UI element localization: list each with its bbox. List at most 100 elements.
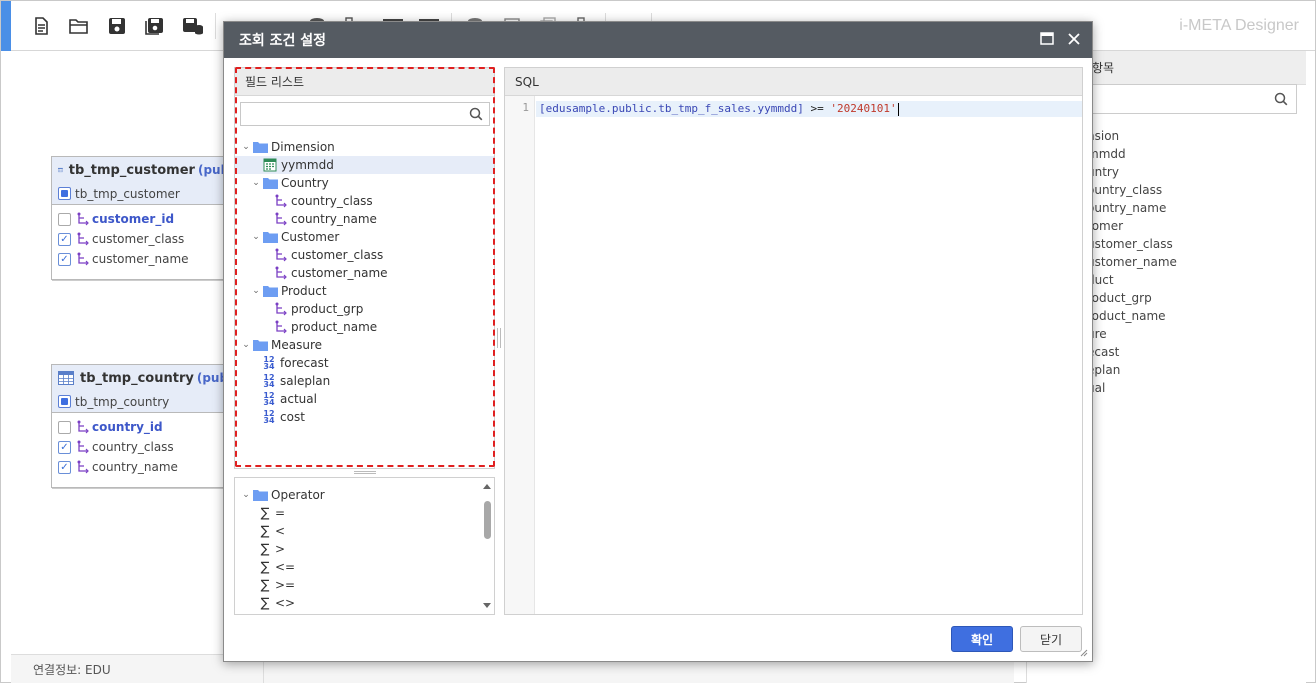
sigma-icon: ∑ <box>260 505 270 521</box>
hierarchy-icon <box>275 248 287 262</box>
table-header[interactable]: tb_tmp_customer (public) <box>52 157 250 183</box>
tree-node[interactable]: ⌄ Measure <box>235 336 494 354</box>
column-label: customer_id <box>92 212 175 226</box>
field-list-pane: 필드 리스트 ⌄ Dimension yymmdd ⌄ Country country_c… <box>234 67 495 469</box>
hierarchy-icon <box>275 212 287 226</box>
operator-item[interactable]: ∑ = <box>235 504 480 522</box>
maximize-icon[interactable] <box>1040 32 1054 46</box>
tree-node[interactable]: 12 34 saleplan <box>235 372 494 390</box>
select-all-checkbox[interactable] <box>58 187 71 200</box>
table-select-all[interactable]: tb_tmp_country <box>52 391 250 413</box>
tree-node[interactable]: yymmdd <box>235 156 494 174</box>
field-search[interactable] <box>240 102 490 126</box>
tree-node[interactable]: product_grp <box>235 300 494 318</box>
search-icon[interactable] <box>469 107 483 121</box>
tree-node[interactable]: ⌄ Product <box>235 282 494 300</box>
tree-node[interactable]: 12 34 cost <box>235 408 494 426</box>
table-header[interactable]: tb_tmp_country (public) <box>52 365 250 391</box>
tree-node[interactable]: product_name <box>235 318 494 336</box>
horizontal-splitter[interactable] <box>354 471 376 474</box>
tree-node[interactable]: customer_name <box>235 264 494 282</box>
line-number: 1 <box>522 101 529 114</box>
scroll-up-icon[interactable] <box>483 484 491 489</box>
operator-label: > <box>275 542 286 556</box>
close-icon[interactable] <box>1066 31 1082 47</box>
column-row[interactable]: ✓ country_name <box>52 457 250 477</box>
save-icon[interactable] <box>105 14 129 38</box>
tree-node-label: Operator <box>271 488 325 502</box>
dialog-title-bar[interactable]: 조회 조건 설정 <box>224 22 1092 58</box>
operator-label: <> <box>275 596 296 610</box>
operator-item[interactable]: ∑ <= <box>235 558 480 576</box>
vertical-splitter[interactable] <box>497 328 501 348</box>
tree-node-label: forecast <box>280 356 329 370</box>
operator-pane: ⌄ Operator ∑ = ∑ < ∑ > ∑ <= ∑ >= ∑ <> <box>234 477 495 615</box>
column-row[interactable]: country_id <box>52 417 250 437</box>
operator-scrollbar[interactable] <box>480 478 494 614</box>
tree-node-label: Product <box>281 284 327 298</box>
column-checkbox[interactable]: ✓ <box>58 252 71 266</box>
sigma-icon: ∑ <box>260 595 270 611</box>
folder-icon <box>263 286 278 297</box>
operator-item[interactable]: ∑ > <box>235 540 480 558</box>
tree-node-label: yymmdd <box>281 158 334 172</box>
tree-node[interactable]: 12 34 forecast <box>235 354 494 372</box>
tree-node[interactable]: ⌄ Customer <box>235 228 494 246</box>
column-row[interactable]: ✓ customer_class <box>52 229 250 249</box>
tree-node-label: customer_class <box>291 248 384 262</box>
numeric-icon: 12 34 <box>263 373 275 389</box>
column-checkbox[interactable]: ✓ <box>58 460 71 474</box>
chevron-down-icon[interactable]: ⌄ <box>251 178 261 188</box>
operator-item[interactable]: ∑ <> <box>235 594 480 612</box>
tree-node[interactable]: country_class <box>235 192 494 210</box>
column-checkbox[interactable] <box>58 212 71 226</box>
tree-node-label: country_class <box>291 194 373 208</box>
close-button[interactable]: 닫기 <box>1020 626 1082 652</box>
field-tree: ⌄ Dimension yymmdd ⌄ Country country_classcou… <box>235 138 494 426</box>
tree-node[interactable]: ⌄ Dimension <box>235 138 494 156</box>
toolbar-separator <box>215 13 216 39</box>
resize-grip-icon[interactable] <box>1080 649 1088 657</box>
operator-label: < <box>275 524 286 538</box>
save-db-icon[interactable] <box>181 14 205 38</box>
numeric-icon: 12 34 <box>263 355 275 371</box>
field-search-input[interactable] <box>241 103 461 125</box>
sigma-icon: ∑ <box>260 523 270 539</box>
open-folder-icon[interactable] <box>67 14 91 38</box>
table-sub-label: tb_tmp_country <box>75 394 170 409</box>
scroll-down-icon[interactable] <box>483 603 491 608</box>
chevron-down-icon[interactable]: ⌄ <box>251 232 261 242</box>
column-row[interactable]: ✓ customer_name <box>52 249 250 269</box>
new-file-icon[interactable] <box>29 14 53 38</box>
table-select-all[interactable]: tb_tmp_customer <box>52 183 250 205</box>
column-checkbox[interactable]: ✓ <box>58 440 71 454</box>
sigma-icon: ∑ <box>260 559 270 575</box>
chevron-down-icon[interactable]: ⌄ <box>241 340 251 350</box>
column-checkbox[interactable] <box>58 420 71 434</box>
tree-node[interactable]: ⌄ Country <box>235 174 494 192</box>
operator-label: <= <box>275 560 296 574</box>
chevron-down-icon[interactable]: ⌄ <box>241 490 251 500</box>
scroll-thumb[interactable] <box>484 501 491 539</box>
select-all-checkbox[interactable] <box>58 395 71 408</box>
tree-node[interactable]: country_name <box>235 210 494 228</box>
chevron-down-icon[interactable]: ⌄ <box>241 142 251 152</box>
column-label: country_id <box>92 420 163 434</box>
operator-item[interactable]: ∑ >= <box>235 576 480 594</box>
table-icon <box>58 167 63 173</box>
chevron-down-icon[interactable]: ⌄ <box>251 286 261 296</box>
operator-item[interactable]: ∑ < <box>235 522 480 540</box>
column-row[interactable]: customer_id <box>52 209 250 229</box>
ok-button[interactable]: 확인 <box>951 626 1013 652</box>
save-as-icon[interactable] <box>143 14 167 38</box>
app-accent-bar <box>1 1 11 51</box>
operator-root[interactable]: ⌄ Operator <box>235 486 480 504</box>
text-cursor <box>897 102 899 116</box>
table-box-country[interactable]: tb_tmp_country (public) tb_tmp_country c… <box>51 364 251 488</box>
sql-editor-line[interactable]: [edusample.public.tb_tmp_f_sales.yymmdd]… <box>536 101 1082 117</box>
table-box-customer[interactable]: tb_tmp_customer (public) tb_tmp_customer… <box>51 156 251 280</box>
column-row[interactable]: ✓ country_class <box>52 437 250 457</box>
tree-node[interactable]: customer_class <box>235 246 494 264</box>
column-checkbox[interactable]: ✓ <box>58 232 71 246</box>
tree-node[interactable]: 12 34 actual <box>235 390 494 408</box>
